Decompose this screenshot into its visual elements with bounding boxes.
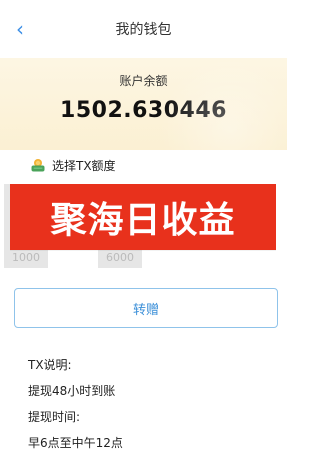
tx-section-header: 选择TX额度	[30, 156, 116, 174]
balance-label: 账户余额	[119, 74, 168, 88]
note-line: TX说明:	[28, 358, 72, 372]
amount-option-label: 6000	[106, 251, 134, 264]
coin-wallet-icon	[31, 159, 45, 172]
transfer-button-label: 转赠	[132, 302, 159, 318]
tx-section-title: 选择TX额度	[52, 158, 116, 173]
note-line: 提现时间:	[28, 410, 81, 424]
chevron-left-icon: ‹	[16, 17, 24, 41]
promo-banner-text: 聚海日收益	[50, 200, 236, 241]
balance-card: 账户余额 1502.630446	[0, 58, 287, 150]
page-title: 我的钱包	[115, 22, 172, 38]
tx-notes: TX说明: 提现48小时到账 提现时间: 早6点至中午12点	[28, 352, 268, 456]
back-button[interactable]: ‹	[10, 18, 30, 40]
app-header: ‹ 我的钱包	[0, 0, 287, 58]
transfer-button[interactable]: 转赠	[14, 288, 278, 328]
promo-banner: 聚海日收益	[10, 184, 276, 250]
note-line: 早6点至中午12点	[28, 436, 123, 450]
balance-value: 1502.630446	[60, 98, 227, 123]
note-line: 提现48小时到账	[28, 384, 116, 398]
amount-option-label: 1000	[12, 251, 40, 264]
